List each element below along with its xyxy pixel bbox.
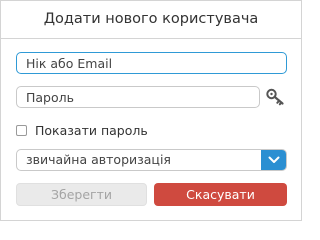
show-password-checkbox[interactable] — [16, 124, 27, 136]
auth-type-selected-value: звичайна авторизація — [26, 152, 171, 167]
auth-type-select[interactable]: звичайна авторизація — [16, 149, 287, 171]
chevron-down-icon[interactable] — [261, 150, 286, 170]
show-password-label[interactable]: Показати пароль — [35, 123, 148, 138]
login-input[interactable] — [16, 52, 287, 74]
show-password-row[interactable]: Показати пароль — [16, 121, 148, 139]
cancel-button[interactable]: Скасувати — [154, 183, 287, 206]
dialog-title: Додати нового користувача — [1, 1, 301, 39]
password-input[interactable] — [16, 86, 260, 108]
save-button[interactable]: Зберегти — [16, 183, 147, 206]
add-user-dialog: Додати нового користувача Показати парол… — [0, 0, 302, 221]
key-icon[interactable] — [265, 87, 287, 107]
